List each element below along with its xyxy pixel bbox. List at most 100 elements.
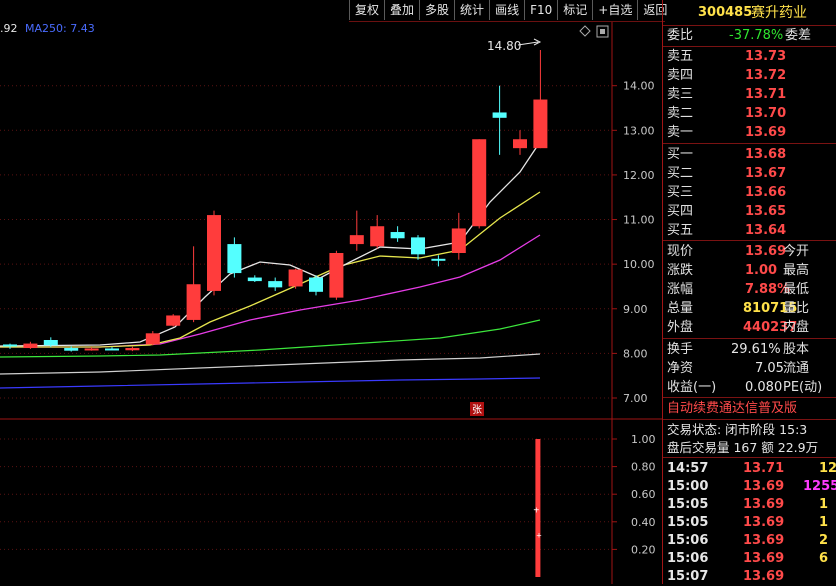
candle[interactable] bbox=[23, 341, 38, 349]
quote-label: 涨跌 bbox=[667, 263, 694, 278]
bid-price: 13.67 bbox=[745, 166, 787, 181]
volume-bars: ++ bbox=[533, 439, 542, 577]
candle[interactable] bbox=[390, 226, 405, 242]
candle-body bbox=[64, 348, 79, 351]
peak-price-label: 14.80 bbox=[487, 39, 521, 53]
candle[interactable] bbox=[145, 331, 160, 346]
weibi-row: 委比 -37.78% 委差 bbox=[667, 28, 812, 43]
bid-price: 13.64 bbox=[745, 223, 787, 238]
quote-row: 现价 13.69 今开 bbox=[663, 242, 836, 261]
candle[interactable] bbox=[288, 268, 303, 289]
price-tick-label: 7.00 bbox=[623, 392, 648, 405]
quote-right-label: 最高 bbox=[783, 263, 810, 278]
add-watchlist-button[interactable]: +自选 bbox=[592, 0, 637, 20]
price-tick-label: 10.00 bbox=[623, 258, 655, 271]
quote-panel: 300485 赛升药业 委比 -37.78% 委差 卖五 13.73 卖四 13.72… bbox=[662, 0, 836, 584]
candle[interactable] bbox=[166, 314, 181, 327]
candle[interactable] bbox=[84, 347, 99, 351]
candle-body bbox=[227, 244, 242, 274]
candle-body bbox=[329, 253, 344, 298]
candle-body bbox=[513, 139, 527, 149]
candle[interactable] bbox=[370, 215, 385, 249]
tick-price: 13.69 bbox=[743, 533, 785, 548]
candle[interactable] bbox=[227, 237, 242, 278]
overlay-button[interactable]: 叠加 bbox=[384, 0, 419, 20]
candle[interactable] bbox=[513, 130, 527, 155]
bid-row: 买五 13.64 bbox=[663, 221, 836, 240]
tick-price: 13.69 bbox=[743, 551, 785, 566]
tick-row: 14:57 13.71 12 bbox=[663, 459, 836, 478]
fund-label: 换手 bbox=[667, 342, 694, 357]
quote-right-label: 今开 bbox=[783, 244, 810, 259]
quote-row: 涨幅 7.88% 最低 bbox=[663, 280, 836, 299]
tick-time: 15:00 bbox=[667, 479, 709, 494]
candle[interactable] bbox=[105, 347, 119, 351]
quote-label: 总量 bbox=[667, 301, 694, 316]
candle-body bbox=[492, 112, 507, 118]
candle[interactable] bbox=[431, 255, 446, 267]
candle[interactable] bbox=[411, 235, 425, 260]
fund-value: 29.61% bbox=[731, 342, 781, 357]
tick-volume: 2 bbox=[819, 533, 829, 548]
candle-body bbox=[145, 333, 160, 345]
statistics-button[interactable]: 统计 bbox=[454, 0, 489, 20]
candle[interactable] bbox=[349, 210, 364, 251]
fund-label: 收益(一) bbox=[667, 380, 717, 395]
fuquan-button[interactable]: 复权 bbox=[349, 0, 384, 20]
candle[interactable] bbox=[329, 250, 344, 300]
bid-level-label: 买二 bbox=[667, 166, 694, 181]
draw-line-button[interactable]: 画线 bbox=[489, 0, 524, 20]
ask-row: 卖二 13.70 bbox=[663, 104, 836, 123]
candle[interactable] bbox=[207, 210, 221, 296]
fund-value: 7.05 bbox=[755, 361, 784, 376]
candle[interactable] bbox=[533, 50, 548, 149]
price-tick-label: 12.00 bbox=[623, 169, 655, 182]
diamond-icon[interactable] bbox=[579, 25, 591, 37]
quote-value: 1.00 bbox=[745, 263, 778, 278]
candle[interactable] bbox=[3, 343, 17, 349]
candle[interactable] bbox=[268, 277, 283, 291]
candle-body bbox=[125, 348, 140, 351]
candle[interactable] bbox=[186, 246, 201, 323]
quote-row: 涨跌 1.00 最高 bbox=[663, 261, 836, 280]
candle[interactable] bbox=[472, 139, 487, 229]
volume-axis: 1.00 0.80 0.60 0.40 0.20 bbox=[0, 433, 656, 556]
tick-row: 15:06 13.69 2 bbox=[663, 531, 836, 550]
candle[interactable] bbox=[492, 85, 507, 155]
ask-price: 13.73 bbox=[745, 49, 787, 64]
promo-banner[interactable]: 自动续费通达信普及版 bbox=[663, 399, 836, 418]
candle[interactable] bbox=[247, 275, 262, 282]
stock-code: 300485 bbox=[698, 5, 753, 20]
ask-price: 13.72 bbox=[745, 68, 787, 83]
volume-marker-plus: + bbox=[536, 530, 541, 540]
quote-label: 外盘 bbox=[667, 320, 694, 335]
candle[interactable] bbox=[451, 212, 466, 260]
bid-price: 13.66 bbox=[745, 185, 787, 200]
candle-body bbox=[247, 277, 262, 282]
window-restore-icon[interactable] bbox=[596, 25, 609, 38]
candle-body bbox=[370, 226, 385, 247]
mark-button[interactable]: 标记 bbox=[557, 0, 592, 20]
ask-level-label: 卖二 bbox=[667, 106, 694, 121]
stock-name[interactable]: 赛升药业 bbox=[751, 2, 807, 24]
multi-stock-button[interactable]: 多股 bbox=[419, 0, 454, 20]
after-hours-row: 盘后交易量 167 额 22.9万 bbox=[667, 440, 819, 455]
fund-right-label: PE(动) bbox=[783, 380, 823, 395]
ask-level-label: 卖一 bbox=[667, 125, 694, 140]
fund-row: 换手 29.61% 股本 bbox=[663, 340, 836, 359]
candlesticks bbox=[3, 50, 548, 352]
fund-value: 0.080 bbox=[745, 380, 783, 395]
quote-right-label: 最低 bbox=[783, 282, 810, 297]
volume-tick-label: 0.20 bbox=[631, 543, 656, 556]
f10-button[interactable]: F10 bbox=[524, 0, 557, 20]
candle[interactable] bbox=[125, 346, 140, 352]
volume-tick-label: 0.80 bbox=[631, 461, 656, 474]
tick-price: 13.69 bbox=[743, 479, 785, 494]
tick-row: 15:05 13.69 1 bbox=[663, 495, 836, 514]
candle[interactable] bbox=[309, 275, 323, 296]
kline-chart[interactable]: 14.00 13.00 12.00 11.00 10.00 9.00 8.00 7.00 1.… bbox=[0, 22, 662, 584]
candle-body bbox=[288, 269, 303, 287]
tick-time: 15:07 bbox=[667, 569, 709, 584]
bid-price: 13.65 bbox=[745, 204, 787, 219]
candle-body bbox=[533, 99, 548, 149]
